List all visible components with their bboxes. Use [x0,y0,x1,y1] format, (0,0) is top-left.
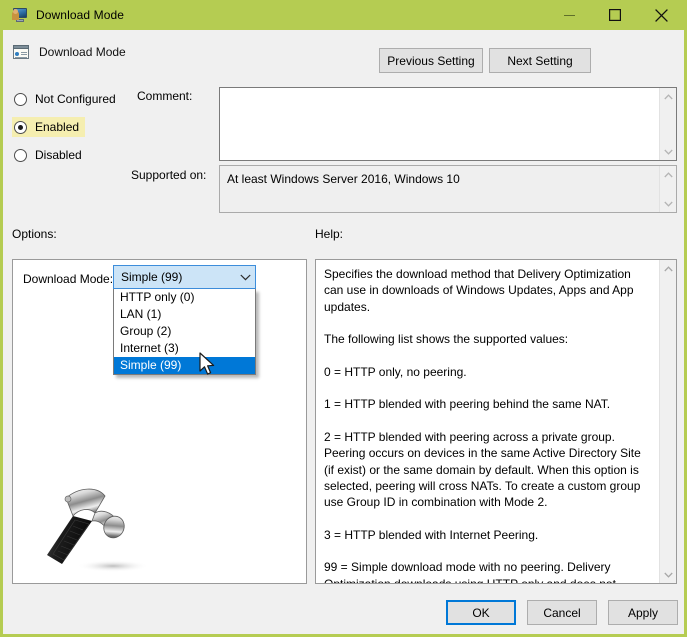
scroll-up-icon[interactable] [660,260,677,277]
dropdown-item-group[interactable]: Group (2) [114,323,255,340]
supported-scrollbar[interactable] [659,166,676,212]
help-panel: Specifies the download method that Deliv… [315,259,677,584]
scroll-down-icon[interactable] [660,566,677,583]
help-text: Specifies the download method that Deliv… [324,266,646,584]
radio-circle-checked-icon [14,121,27,134]
help-scrollbar[interactable] [659,260,676,583]
options-section-label: Options: [12,227,57,241]
scroll-down-icon[interactable] [660,195,677,212]
maximize-icon [609,9,621,21]
minimize-button[interactable] [546,0,592,30]
download-mode-dropdown-list[interactable]: HTTP only (0) LAN (1) Group (2) Internet… [113,289,256,375]
radio-circle-icon [14,149,27,162]
maximize-button[interactable] [592,0,638,30]
dropdown-item-simple[interactable]: Simple (99) [114,357,255,374]
close-icon [655,9,668,22]
scroll-up-icon[interactable] [660,166,677,183]
radio-label-enabled: Enabled [35,120,79,134]
close-button[interactable] [638,0,684,30]
dropdown-item-http-only[interactable]: HTTP only (0) [114,289,255,306]
comment-label: Comment: [137,89,192,103]
download-mode-label: Download Mode: [23,272,113,286]
next-setting-button[interactable]: Next Setting [489,48,591,73]
radio-disabled[interactable]: Disabled [12,145,88,165]
cancel-button[interactable]: Cancel [527,600,597,625]
minimize-icon [564,10,575,21]
supported-on-label: Supported on: [131,168,206,182]
comment-scrollbar[interactable] [659,88,676,160]
ok-button[interactable]: OK [446,600,516,625]
window-title: Download Mode [36,8,124,22]
comment-textarea[interactable] [219,87,677,161]
radio-label-disabled: Disabled [35,148,82,162]
radio-not-configured[interactable]: Not Configured [12,89,122,109]
radio-label-not-configured: Not Configured [35,92,116,106]
computer-user-icon [12,7,28,23]
title-bar[interactable]: Download Mode [3,0,684,30]
download-mode-combobox[interactable]: Simple (99) [113,265,256,289]
window-controls [546,0,684,30]
scroll-up-icon[interactable] [660,88,677,105]
dropdown-item-internet[interactable]: Internet (3) [114,340,255,357]
hammer-icon [35,482,165,577]
apply-button[interactable]: Apply [608,600,678,625]
radio-circle-icon [14,93,27,106]
supported-on-box: At least Windows Server 2016, Windows 10 [219,165,677,213]
radio-enabled[interactable]: Enabled [12,117,85,137]
policy-setting-icon [12,43,30,61]
setting-name-label: Download Mode [39,45,126,59]
chevron-down-icon[interactable] [235,274,255,281]
previous-setting-button[interactable]: Previous Setting [379,48,483,73]
help-section-label: Help: [315,227,343,241]
setting-header: Download Mode [12,41,126,63]
scroll-down-icon[interactable] [660,143,677,160]
dropdown-item-lan[interactable]: LAN (1) [114,306,255,323]
policy-setting-dialog: Download Mode [0,0,687,637]
combobox-selected-value: Simple (99) [121,270,235,284]
supported-on-value: At least Windows Server 2016, Windows 10 [227,172,647,186]
